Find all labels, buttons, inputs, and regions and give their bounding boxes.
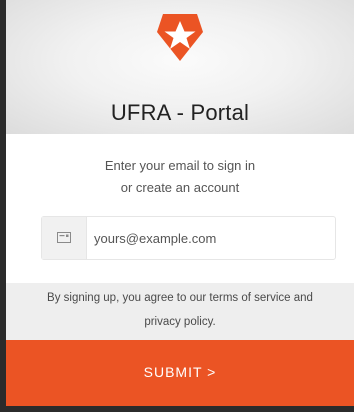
prompt-line-1: Enter your email to sign in [104,158,256,173]
terms-line-2: privacy policy. [144,316,216,328]
prompt-line-2: or create an account [120,180,240,195]
page-title: UFRA - Portal [110,100,250,125]
email-field[interactable] [41,216,336,260]
bottom-strip [6,406,354,412]
email-input[interactable] [94,217,324,259]
envelope-icon [42,217,87,259]
terms-line-1: By signing up, you agree to our terms of… [47,292,313,304]
login-header: UFRA - Portal [6,0,354,134]
submit-button[interactable]: SUBMIT > [6,340,354,406]
auth0-logo-icon [156,10,204,62]
login-card: UFRA - Portal Enter your email to sign i… [6,0,354,412]
submit-label: SUBMIT > [143,364,217,380]
